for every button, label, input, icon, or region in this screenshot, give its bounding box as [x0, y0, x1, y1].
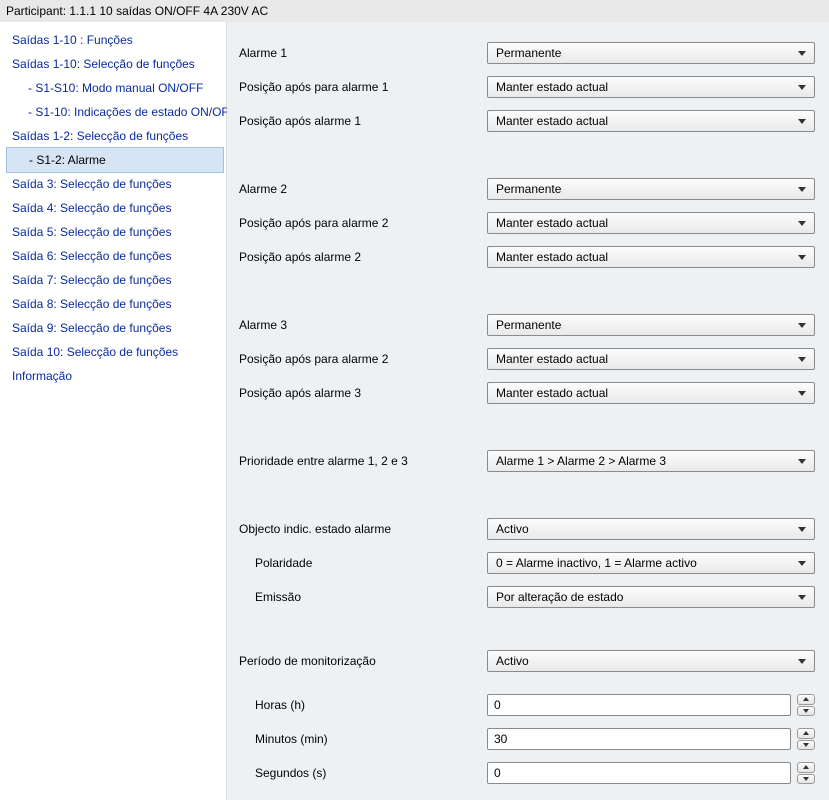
sidebar-item-9[interactable]: Saída 6: Selecção de funções: [0, 244, 226, 268]
alarm1-pos-during-value: Manter estado actual: [496, 80, 608, 94]
monitoring-combo[interactable]: Activo: [487, 650, 815, 672]
participant-title: Participant: 1.1.1 10 saídas ON/OFF 4A 2…: [6, 4, 268, 18]
chevron-up-icon: [803, 765, 809, 769]
sidebar-item-7[interactable]: Saída 4: Selecção de funções: [0, 196, 226, 220]
monitoring-label: Período de monitorização: [237, 654, 487, 668]
alarm1-value: Permanente: [496, 46, 561, 60]
hours-up-button[interactable]: [797, 694, 815, 705]
alarm2-pos-during-combo[interactable]: Manter estado actual: [487, 212, 815, 234]
alarm2-pos-during-label: Posição após para alarme 2: [237, 216, 487, 230]
sidebar-item-13[interactable]: Saída 10: Selecção de funções: [0, 340, 226, 364]
sidebar-item-3[interactable]: - S1-10: Indicações de estado ON/OFF: [0, 100, 226, 124]
minutes-spinner: [797, 728, 815, 750]
alarm3-pos-during-value: Manter estado actual: [496, 352, 608, 366]
alarm1-pos-after-label: Posição após alarme 1: [237, 114, 487, 128]
priority-value: Alarme 1 > Alarme 2 > Alarme 3: [496, 454, 666, 468]
sidebar-item-1[interactable]: Saídas 1-10: Selecção de funções: [0, 52, 226, 76]
alarm1-combo[interactable]: Permanente: [487, 42, 815, 64]
alarm1-pos-after-combo[interactable]: Manter estado actual: [487, 110, 815, 132]
sidebar-item-0[interactable]: Saídas 1-10 : Funções: [0, 28, 226, 52]
alarm2-pos-after-label: Posição após alarme 2: [237, 250, 487, 264]
main-panel: Alarme 1 Permanente Posição após para al…: [227, 22, 829, 800]
seconds-value: 0: [494, 766, 501, 780]
minutes-up-button[interactable]: [797, 728, 815, 739]
alarm2-combo[interactable]: Permanente: [487, 178, 815, 200]
sidebar-item-12[interactable]: Saída 9: Selecção de funções: [0, 316, 226, 340]
seconds-down-button[interactable]: [797, 774, 815, 785]
alarm3-pos-after-value: Manter estado actual: [496, 386, 608, 400]
sidebar-item-8[interactable]: Saída 5: Selecção de funções: [0, 220, 226, 244]
priority-label: Prioridade entre alarme 1, 2 e 3: [237, 454, 487, 468]
alarm3-pos-after-label: Posição após alarme 3: [237, 386, 487, 400]
sidebar-item-14[interactable]: Informação: [0, 364, 226, 388]
seconds-spinner: [797, 762, 815, 784]
alarm2-pos-after-value: Manter estado actual: [496, 250, 608, 264]
minutes-label: Minutos (min): [237, 732, 487, 746]
sidebar-item-4[interactable]: Saídas 1-2: Selecção de funções: [0, 124, 226, 148]
hours-value: 0: [494, 698, 501, 712]
alarm3-pos-during-combo[interactable]: Manter estado actual: [487, 348, 815, 370]
hours-down-button[interactable]: [797, 706, 815, 717]
alarm1-pos-during-combo[interactable]: Manter estado actual: [487, 76, 815, 98]
sidebar-item-10[interactable]: Saída 7: Selecção de funções: [0, 268, 226, 292]
chevron-down-icon: [803, 743, 809, 747]
status-obj-combo[interactable]: Activo: [487, 518, 815, 540]
seconds-label: Segundos (s): [237, 766, 487, 780]
alarm2-value: Permanente: [496, 182, 561, 196]
chevron-down-icon: [803, 777, 809, 781]
alarm3-pos-after-combo[interactable]: Manter estado actual: [487, 382, 815, 404]
sidebar-item-11[interactable]: Saída 8: Selecção de funções: [0, 292, 226, 316]
alarm1-pos-during-label: Posição após para alarme 1: [237, 80, 487, 94]
alarm2-pos-after-combo[interactable]: Manter estado actual: [487, 246, 815, 268]
polarity-label: Polaridade: [237, 556, 487, 570]
status-obj-label: Objecto indic. estado alarme: [237, 522, 487, 536]
hours-label: Horas (h): [237, 698, 487, 712]
emission-combo[interactable]: Por alteração de estado: [487, 586, 815, 608]
polarity-combo[interactable]: 0 = Alarme inactivo, 1 = Alarme activo: [487, 552, 815, 574]
priority-combo[interactable]: Alarme 1 > Alarme 2 > Alarme 3: [487, 450, 815, 472]
monitoring-value: Activo: [496, 654, 529, 668]
minutes-value: 30: [494, 732, 507, 746]
status-obj-value: Activo: [496, 522, 529, 536]
alarm3-value: Permanente: [496, 318, 561, 332]
participant-header: Participant: 1.1.1 10 saídas ON/OFF 4A 2…: [0, 0, 829, 22]
minutes-input[interactable]: 30: [487, 728, 791, 750]
alarm2-pos-during-value: Manter estado actual: [496, 216, 608, 230]
minutes-down-button[interactable]: [797, 740, 815, 751]
chevron-down-icon: [803, 709, 809, 713]
alarm2-label: Alarme 2: [237, 182, 487, 196]
emission-label: Emissão: [237, 590, 487, 604]
sidebar: Saídas 1-10 : FunçõesSaídas 1-10: Selecç…: [0, 22, 227, 800]
alarm1-pos-after-value: Manter estado actual: [496, 114, 608, 128]
chevron-up-icon: [803, 697, 809, 701]
seconds-input[interactable]: 0: [487, 762, 791, 784]
emission-value: Por alteração de estado: [496, 590, 623, 604]
polarity-value: 0 = Alarme inactivo, 1 = Alarme activo: [496, 556, 697, 570]
sidebar-item-6[interactable]: Saída 3: Selecção de funções: [0, 172, 226, 196]
sidebar-item-2[interactable]: - S1-S10: Modo manual ON/OFF: [0, 76, 226, 100]
hours-spinner: [797, 694, 815, 716]
alarm3-combo[interactable]: Permanente: [487, 314, 815, 336]
chevron-up-icon: [803, 731, 809, 735]
sidebar-item-5[interactable]: - S1-2: Alarme: [6, 147, 224, 173]
hours-input[interactable]: 0: [487, 694, 791, 716]
alarm3-pos-during-label: Posição após para alarme 2: [237, 352, 487, 366]
alarm1-label: Alarme 1: [237, 46, 487, 60]
alarm3-label: Alarme 3: [237, 318, 487, 332]
seconds-up-button[interactable]: [797, 762, 815, 773]
